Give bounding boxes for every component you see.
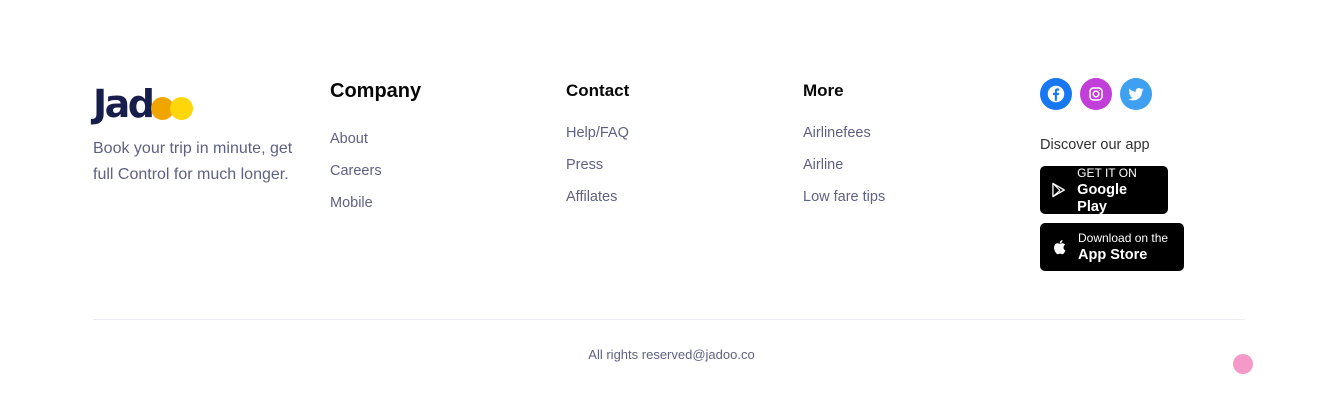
contact-heading: Contact	[566, 81, 630, 100]
contact-column: Contact Help/FAQ Press Affilates	[566, 81, 629, 213]
more-link-airlinefees[interactable]: Airlinefees	[803, 117, 885, 149]
app-store-large: App Store	[1078, 247, 1148, 263]
more-link-low-fare-tips[interactable]: Low fare tips	[803, 181, 885, 213]
brand-block: Jad Book your trip in minute, get full C…	[93, 82, 293, 188]
twitter-icon[interactable]	[1120, 78, 1152, 110]
more-link-airline[interactable]: Airline	[803, 149, 885, 181]
google-play-small: GET IT ON	[1077, 165, 1137, 180]
company-link-careers[interactable]: Careers	[330, 155, 421, 187]
pink-dot-decoration	[1233, 354, 1253, 374]
google-play-button[interactable]: GET IT ON Google Play	[1040, 165, 1168, 215]
copyright-text: All rights reserved@jadoo.co	[588, 347, 755, 362]
contact-link-affilates[interactable]: Affilates	[566, 181, 629, 213]
logo-text: Jad	[93, 82, 155, 126]
logo-circle-yellow	[170, 96, 194, 120]
tagline: Book your trip in minute, get full Contr…	[93, 140, 293, 183]
google-play-large: Google Play	[1077, 181, 1128, 215]
social-icons	[1040, 78, 1152, 110]
footer-divider	[93, 319, 1245, 320]
instagram-icon[interactable]	[1080, 78, 1112, 110]
apple-icon	[1054, 240, 1066, 255]
app-store-button[interactable]: Download on the App Store	[1040, 223, 1184, 271]
more-heading: More	[803, 81, 844, 100]
contact-link-help-faq[interactable]: Help/FAQ	[566, 117, 629, 149]
jadoo-logo[interactable]: Jad	[93, 82, 293, 126]
company-link-mobile[interactable]: Mobile	[330, 187, 421, 219]
company-heading: Company	[330, 80, 422, 102]
company-column: Company About Careers Mobile	[330, 80, 421, 219]
contact-link-press[interactable]: Press	[566, 149, 629, 181]
google-play-icon	[1052, 182, 1065, 198]
facebook-icon[interactable]	[1040, 78, 1072, 110]
discover-app-label: Discover our app	[1040, 137, 1150, 153]
company-link-about[interactable]: About	[330, 123, 421, 155]
app-store-small: Download on the	[1078, 231, 1169, 245]
more-column: More Airlinefees Airline Low fare tips	[803, 81, 885, 213]
